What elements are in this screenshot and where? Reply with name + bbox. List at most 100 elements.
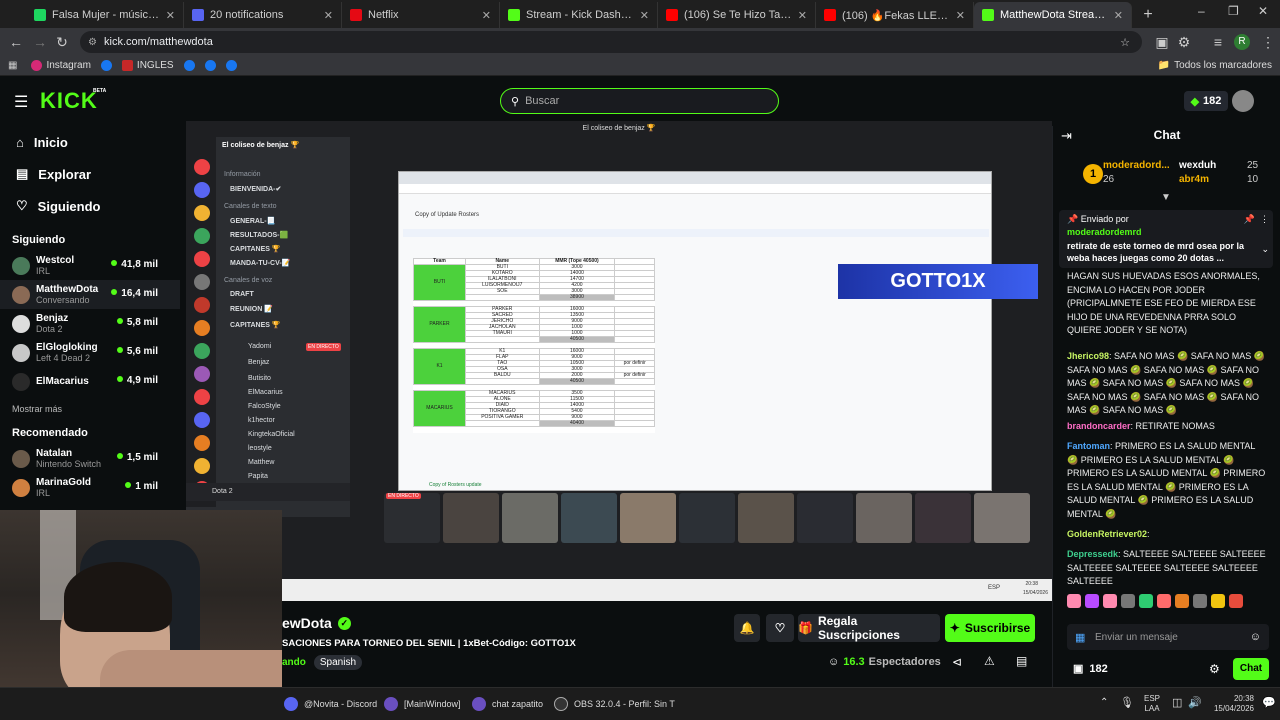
url-field[interactable]: ⚙ kick.com/matthewdota ☆: [80, 31, 1142, 53]
taskbar-discord[interactable]: @Novita - Discord: [284, 697, 377, 711]
profile-avatar[interactable]: R: [1234, 34, 1250, 50]
language-tag[interactable]: Spanish: [313, 655, 363, 670]
screenshot-icon[interactable]: ▣: [1150, 34, 1174, 51]
emote-icon[interactable]: [1229, 594, 1243, 608]
browser-tab[interactable]: MatthewDota Stream - Wa ✕: [974, 2, 1132, 28]
discord-channel[interactable]: FalcoStyle: [248, 403, 281, 410]
clock[interactable]: 20:38 15/04/2026: [1212, 694, 1254, 714]
tab-search-icon[interactable]: ≡: [1206, 34, 1230, 50]
tab-close-icon[interactable]: ✕: [482, 9, 491, 22]
discord-server-icon[interactable]: [194, 251, 210, 267]
tab-close-icon[interactable]: ✕: [798, 9, 807, 22]
chat-username[interactable]: Fantoman: [1067, 441, 1110, 451]
pinned-menu-icon[interactable]: ⋮: [1260, 214, 1269, 225]
emote-icon[interactable]: [1175, 594, 1189, 608]
new-tab-button[interactable]: +: [1136, 4, 1160, 28]
discord-server-icon[interactable]: [194, 458, 210, 474]
discord-channel[interactable]: leostyle: [248, 445, 272, 452]
channel-points[interactable]: ▣ 182: [1073, 662, 1108, 676]
discord-server-icon[interactable]: [194, 297, 210, 313]
clip-icon[interactable]: ▤: [1016, 654, 1027, 668]
search-input[interactable]: ⚲ Buscar: [500, 88, 779, 114]
forward-icon[interactable]: →: [28, 34, 52, 50]
kick-logo[interactable]: KICK: [40, 88, 98, 114]
bookmark-facebook-4[interactable]: [225, 60, 237, 71]
follow-heart-button[interactable]: ♡: [766, 614, 794, 642]
discord-channel[interactable]: CAPITANES 🏆: [230, 245, 281, 253]
minimize-icon[interactable]: –: [1198, 4, 1205, 18]
tab-close-icon[interactable]: ✕: [324, 9, 333, 22]
tray-chevron-icon[interactable]: ⌃: [1100, 697, 1108, 708]
browser-tab[interactable]: (106) Se Te Hizo Tarde (feat. Ele ✕: [658, 2, 816, 28]
gift-subs-button[interactable]: 🎁 Regala Suscripciones: [798, 614, 940, 642]
discord-channel[interactable]: KingtekaOficial: [248, 431, 295, 438]
discord-channel[interactable]: REUNION 📝: [230, 305, 273, 313]
discord-server-icon[interactable]: [194, 159, 210, 175]
emote-icon[interactable]: [1157, 594, 1171, 608]
channel-item[interactable]: Benjaz Dota 2 5,8 mil: [0, 309, 180, 338]
extensions-icon[interactable]: ⚙: [1172, 34, 1196, 51]
discord-channel[interactable]: Información: [224, 171, 261, 178]
notification-bell-button[interactable]: 🔔: [734, 614, 760, 642]
discord-channel[interactable]: MANDA-TU-CV-📝: [230, 259, 290, 267]
chat-input[interactable]: ▦ Enviar un mensaje ☺: [1067, 624, 1269, 650]
discord-channel[interactable]: GENERAL-📃: [230, 217, 275, 225]
subscribe-button[interactable]: ✦ Suscribirse: [945, 614, 1035, 642]
volume-icon[interactable]: 🔊: [1188, 696, 1202, 709]
bookmark-facebook-3[interactable]: [204, 60, 216, 71]
leader-1-name[interactable]: moderadord...: [1103, 160, 1170, 171]
discord-server-icon[interactable]: [194, 274, 210, 290]
browser-tab[interactable]: Falsa Mujer - música y letra de ✕: [26, 2, 184, 28]
discord-channel[interactable]: RESULTADOS-🟩: [230, 231, 288, 239]
discord-channel[interactable]: ElMacarius: [248, 389, 283, 396]
emote-icon[interactable]: [1193, 594, 1207, 608]
tab-close-icon[interactable]: ✕: [640, 9, 649, 22]
tab-close-icon[interactable]: ✕: [166, 9, 175, 22]
video-player[interactable]: El coliseo de benjaz 🏆 El coliseo de ben…: [186, 121, 1052, 601]
apps-grid-icon[interactable]: ▦: [8, 60, 17, 71]
chat-settings-icon[interactable]: ⚙: [1209, 662, 1220, 676]
discord-server-icon[interactable]: [194, 320, 210, 336]
discord-channel[interactable]: Canales de voz: [224, 277, 272, 284]
channel-name[interactable]: ewDota: [282, 615, 332, 631]
nav-siguiendo[interactable]: ♡ Siguiendo: [0, 190, 180, 222]
bookmark-ingles[interactable]: INGLES: [121, 60, 174, 71]
discord-channel[interactable]: Butisito: [248, 375, 271, 382]
discord-channel[interactable]: Benjaz: [248, 359, 269, 366]
discord-channel[interactable]: Matthew: [248, 459, 274, 466]
channel-item[interactable]: ElGlogloking Left 4 Dead 2 5,6 mil: [0, 338, 180, 367]
share-icon[interactable]: ⊲: [952, 655, 962, 669]
discord-server-icon[interactable]: [194, 205, 210, 221]
leader-2-name[interactable]: wexduh: [1179, 160, 1216, 171]
browser-tab[interactable]: Stream - Kick Dashboard ✕: [500, 2, 658, 28]
discord-server-icon[interactable]: [194, 366, 210, 382]
browser-tab[interactable]: 20 notifications ✕: [184, 2, 342, 28]
channel-item[interactable]: Westcol IRL 41,8 mil: [0, 251, 180, 280]
emote-icon[interactable]: [1067, 594, 1081, 608]
taskbar-mainwindow[interactable]: [MainWindow]: [384, 697, 461, 711]
discord-server-icon[interactable]: [194, 343, 210, 359]
channel-item[interactable]: MarinaGold IRL 1 mil: [0, 473, 180, 502]
pinned-user[interactable]: moderadordemrd: [1067, 227, 1142, 237]
mic-icon[interactable]: 🎙: [1120, 696, 1134, 709]
maximize-icon[interactable]: ❐: [1228, 4, 1239, 18]
back-icon[interactable]: ←: [4, 34, 28, 50]
discord-channel[interactable]: DRAFT: [230, 291, 254, 298]
user-avatar[interactable]: [1232, 90, 1254, 112]
chat-username[interactable]: Jherico98: [1067, 351, 1109, 361]
discord-channel[interactable]: Papita: [248, 473, 268, 480]
site-info-icon[interactable]: ⚙: [88, 37, 97, 48]
discord-server-icon[interactable]: [194, 228, 210, 244]
category-link[interactable]: ando: [282, 657, 306, 668]
network-icon[interactable]: ◫: [1172, 696, 1182, 709]
pinned-expand-icon[interactable]: ⌄: [1261, 244, 1269, 255]
channel-item[interactable]: ElMacarius 4,9 mil: [0, 367, 180, 396]
discord-server-icon[interactable]: [194, 435, 210, 451]
bookmark-facebook-1[interactable]: [100, 60, 112, 71]
emote-icon[interactable]: [1085, 594, 1099, 608]
show-more-link[interactable]: Mostrar más: [0, 396, 180, 422]
emote-icon[interactable]: [1103, 594, 1117, 608]
emote-picker-icon[interactable]: ☺: [1250, 631, 1261, 643]
channel-item[interactable]: Natalan Nintendo Switch 1,5 mil: [0, 444, 180, 473]
nav-explorar[interactable]: ▤ Explorar: [0, 158, 180, 190]
